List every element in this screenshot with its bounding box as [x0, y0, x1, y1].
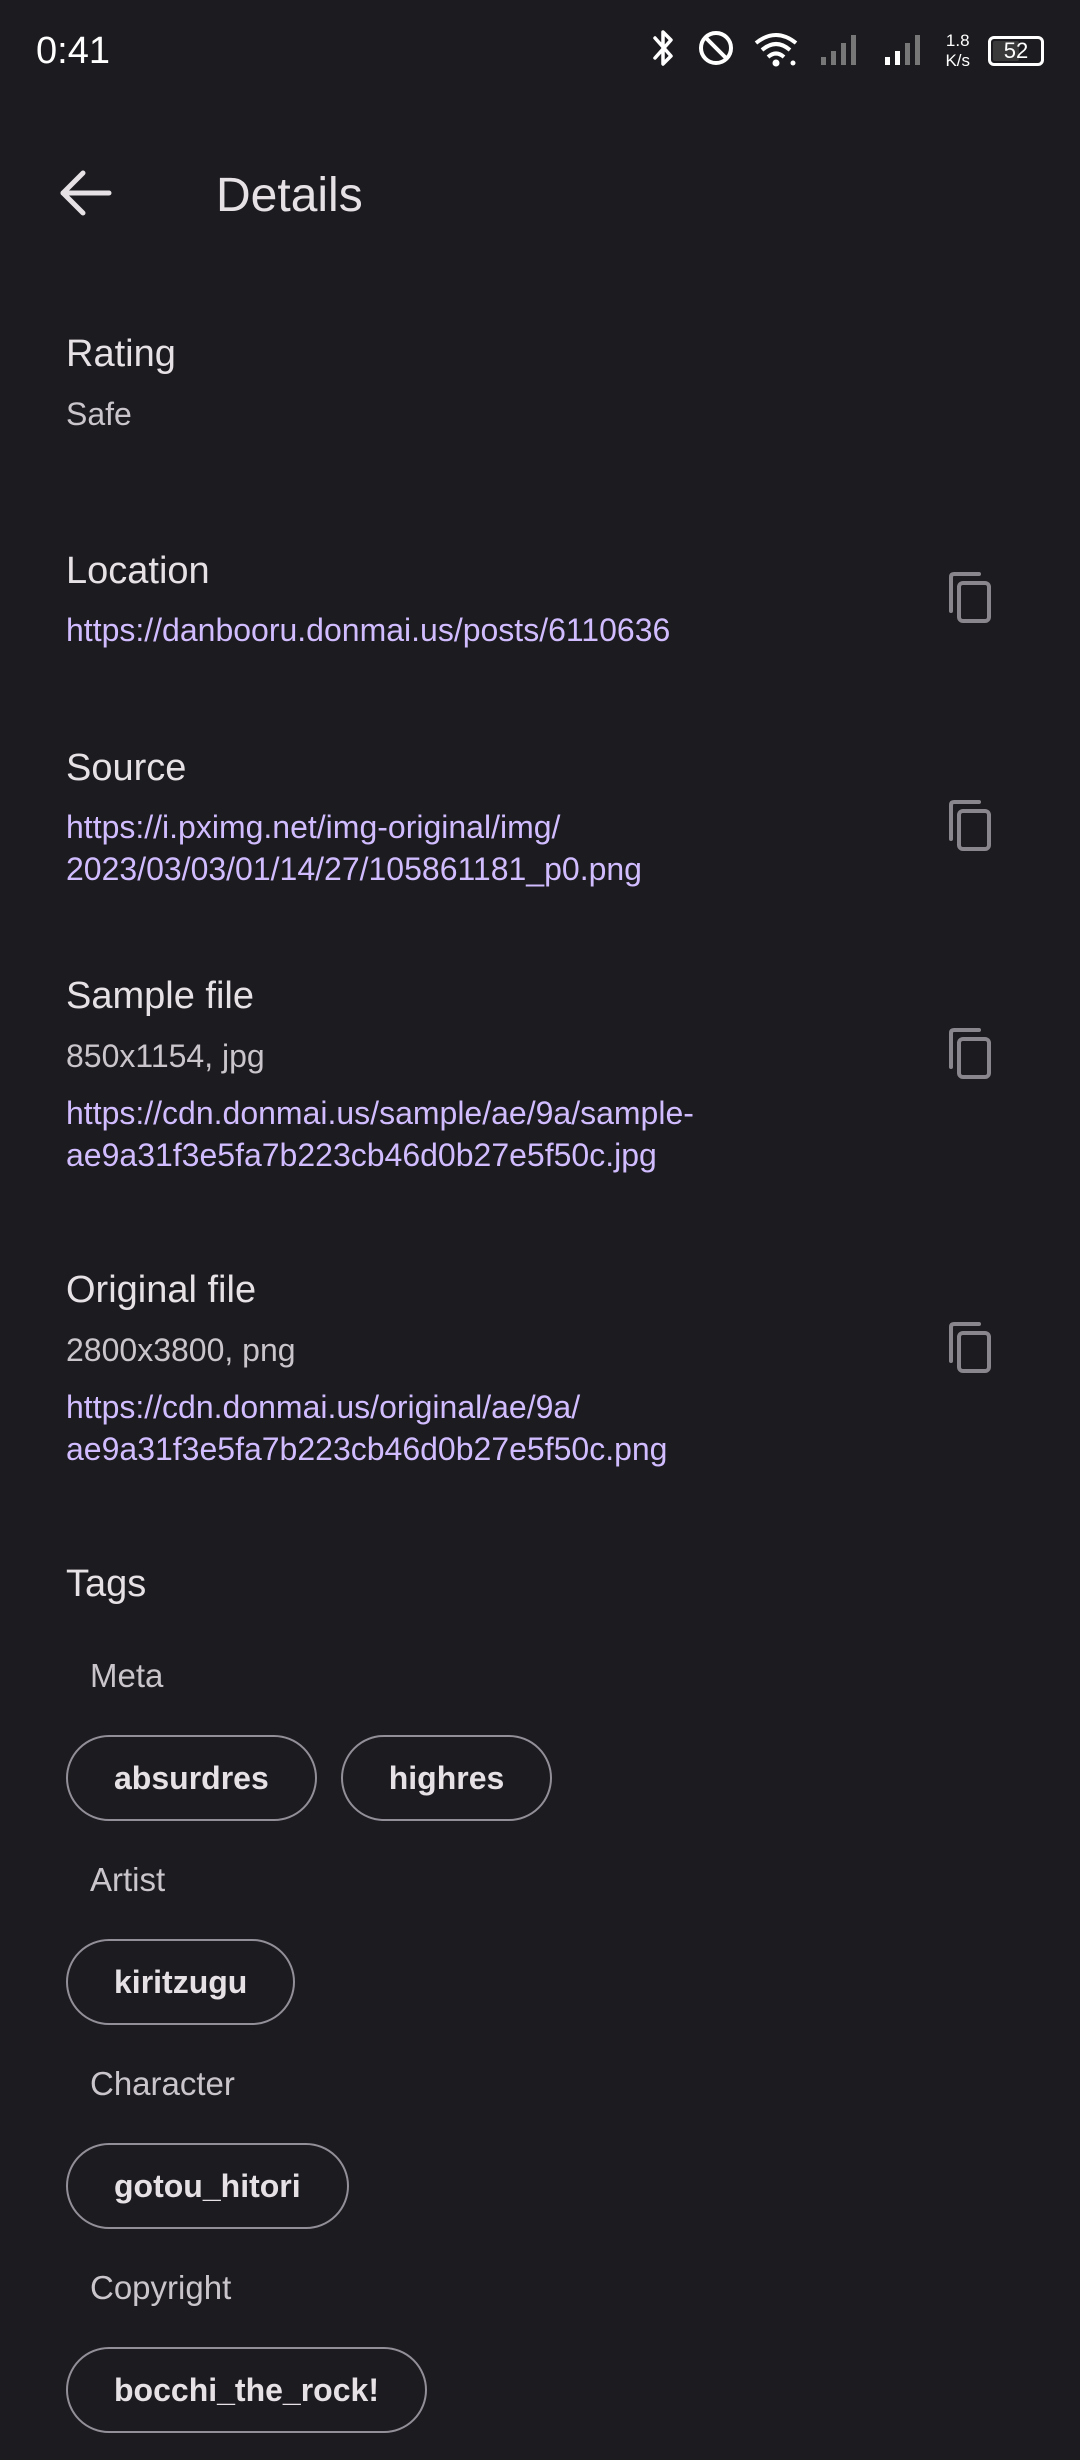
do-not-disturb-icon [697, 29, 735, 72]
page-title: Details [216, 169, 363, 222]
location-title: Location [66, 550, 210, 592]
location-section: Location https://danbooru.donmai.us/post… [66, 547, 1016, 651]
arrow-left-icon [57, 169, 113, 222]
tag-chip[interactable]: bocchi_the_rock! [66, 2347, 427, 2433]
tag-chip[interactable]: absurdres [66, 1735, 317, 1821]
tag-chip[interactable]: gotou_hitori [66, 2143, 349, 2229]
tags-title: Tags [66, 1563, 147, 1605]
back-button[interactable] [50, 165, 120, 225]
original-file-link-line1: https://cdn.donmai.us/original/ae/9a/ [66, 1389, 581, 1425]
tag-group-label-artist: Artist [90, 1861, 166, 1898]
network-speed-value: 1.8 [945, 30, 970, 50]
location-link[interactable]: https://danbooru.donmai.us/posts/6110636 [66, 609, 1016, 651]
signal-icon [817, 29, 863, 72]
sample-file-link[interactable]: https://cdn.donmai.us/sample/ae/9a/sampl… [66, 1092, 1016, 1176]
source-link[interactable]: https://i.pximg.net/img-original/img/ 20… [66, 806, 1016, 890]
sample-file-section: Sample file 850x1154, jpg https://cdn.do… [66, 972, 1016, 1176]
sample-file-link-line2: ae9a31f3e5fa7b223cb46d0b27e5f50c.jpg [66, 1137, 657, 1173]
bluetooth-icon [649, 28, 679, 73]
sample-file-info: 850x1154, jpg [66, 1038, 265, 1074]
tag-group-label-meta: Meta [90, 1657, 164, 1694]
tags-section: Tags [66, 1560, 1016, 1608]
original-file-section: Original file 2800x3800, png https://cdn… [66, 1266, 1016, 1470]
app-bar: Details [0, 140, 1080, 250]
copy-icon [947, 1027, 993, 1086]
clock: 0:41 [36, 30, 110, 72]
network-speed-unit: K/s [945, 50, 970, 70]
copy-location-button[interactable] [940, 570, 1000, 630]
original-file-title: Original file [66, 1269, 257, 1311]
original-file-link[interactable]: https://cdn.donmai.us/original/ae/9a/ ae… [66, 1386, 1016, 1470]
network-speed: 1.8 K/s [945, 31, 970, 71]
tag-group-label-copyright: Copyright [90, 2269, 232, 2306]
original-file-info: 2800x3800, png [66, 1332, 296, 1368]
status-icons: 1.8 K/s 52 [649, 28, 1044, 73]
sample-file-title: Sample file [66, 975, 254, 1017]
source-link-line2: 2023/03/03/01/14/27/105861181_p0.png [66, 851, 642, 887]
battery-indicator: 52 [988, 35, 1044, 66]
tag-chip[interactable]: kiritzugu [66, 1939, 296, 2025]
rating-value: Safe [66, 396, 132, 432]
copy-icon [947, 799, 993, 858]
source-link-line1: https://i.pximg.net/img-original/img/ [66, 809, 561, 845]
battery-level: 52 [1003, 37, 1029, 63]
tag-chips-artist: kiritzugu [66, 1939, 296, 2025]
tag-chips-copyright: bocchi_the_rock! [66, 2347, 427, 2433]
rating-title: Rating [66, 333, 176, 375]
sample-file-link-line1: https://cdn.donmai.us/sample/ae/9a/sampl… [66, 1095, 694, 1131]
tag-chips-character: gotou_hitori [66, 2143, 349, 2229]
copy-sample-file-button[interactable] [940, 1026, 1000, 1086]
copy-icon [947, 1321, 993, 1380]
copy-original-file-button[interactable] [940, 1320, 1000, 1380]
source-section: Source https://i.pximg.net/img-original/… [66, 744, 1016, 890]
wifi-icon [753, 29, 799, 72]
tag-chips-meta: absurdres highres [66, 1735, 553, 1821]
rating-section: Rating Safe [66, 330, 1016, 436]
tag-chip[interactable]: highres [340, 1735, 553, 1821]
tag-group-label-character: Character [90, 2065, 235, 2102]
battery-icon: 52 [988, 35, 1044, 66]
copy-source-button[interactable] [940, 798, 1000, 858]
source-title: Source [66, 747, 187, 789]
copy-icon [947, 571, 993, 630]
original-file-link-line2: ae9a31f3e5fa7b223cb46d0b27e5f50c.png [66, 1431, 668, 1467]
signal-icon [881, 29, 927, 72]
status-bar: 0:41 1.8 K/s 52 [0, 0, 1080, 100]
